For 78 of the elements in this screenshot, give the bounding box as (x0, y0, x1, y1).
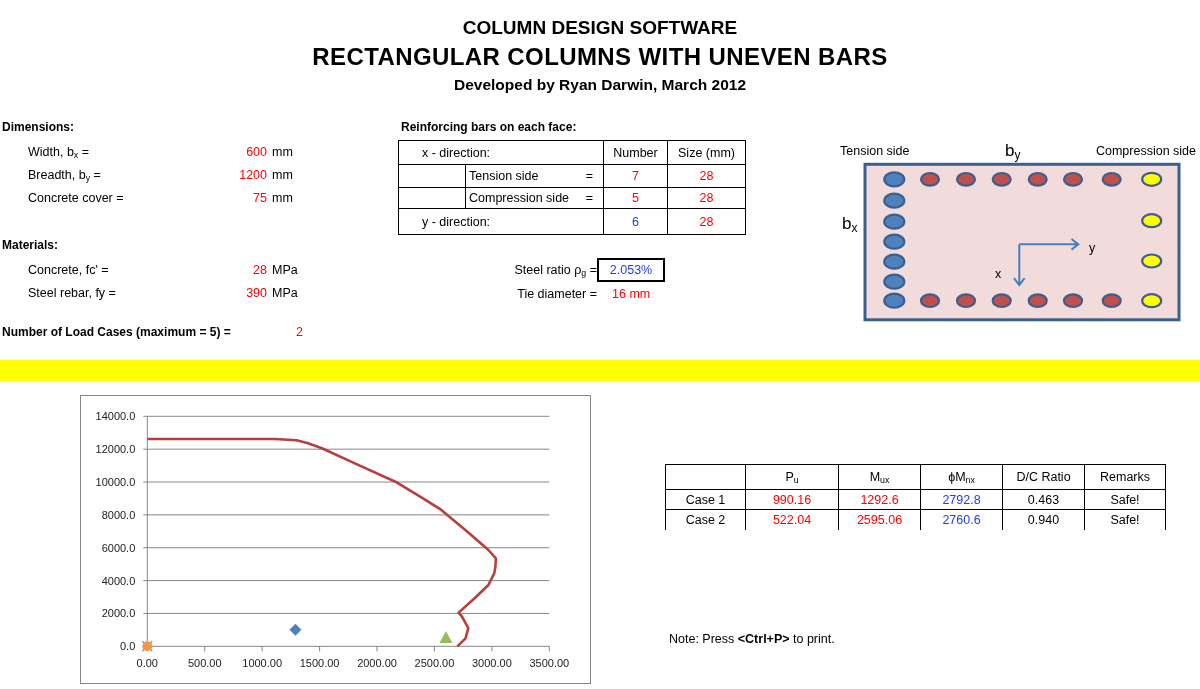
column-header: Remarks (1084, 464, 1166, 490)
table-cell: 0.463 (1002, 489, 1085, 510)
row-label: x - direction: (398, 140, 604, 165)
dimension-label: b$_{y}$ (1005, 141, 1021, 161)
table-cell: Safe! (1084, 489, 1166, 510)
column-header: D/C Ratio (1002, 464, 1085, 490)
steel-ratio-value: 2.053% (597, 258, 665, 282)
section-heading: Materials: (1, 237, 59, 254)
unit-label: mm (272, 144, 293, 159)
triangle-marker (439, 631, 453, 644)
axis-tick-label: 0.0 (120, 640, 136, 653)
table-cell: 6 (603, 208, 668, 235)
column-header: ϕM$_{nx}$ (920, 464, 1003, 490)
axis-tick-label: 14000.0 (95, 410, 136, 423)
row-label: Case 1 (665, 489, 746, 510)
table-cell: 7 (603, 164, 668, 188)
table-cell: 2792.8 (920, 489, 1003, 510)
input-value: 16 mm (612, 286, 651, 301)
table-cell: 5 (603, 187, 668, 209)
unit-label: mm (272, 190, 293, 205)
diagram-label: Tension side (840, 144, 910, 159)
input-value: 2 (296, 324, 303, 339)
equals-sign: = (585, 169, 593, 183)
input-value: 28 (253, 262, 267, 277)
axis-tick-label: 3500.00 (529, 657, 570, 670)
field-label: Steel rebar, fy = (28, 285, 116, 300)
diamond-marker (289, 623, 302, 636)
axis-tick-label: 2000.00 (357, 657, 397, 670)
column-header: M$_{ux}$ (838, 464, 921, 490)
column-header: P$_{u}$ (745, 464, 839, 490)
row-label: Compression side (469, 191, 570, 205)
equals-sign: = (585, 191, 593, 205)
print-note: Note: Press <Ctrl+P> to print. (669, 630, 835, 647)
input-value: 75 (253, 190, 267, 205)
app-subtitle: RECTANGULAR COLUMNS WITH UNEVEN BARS (312, 43, 888, 71)
field-label: Number of Load Cases (maximum = 5) = (2, 324, 232, 339)
table-cell: 1292.6 (838, 489, 921, 510)
axis-tick-label: 2000.0 (101, 607, 136, 620)
table-cell: 990.16 (745, 489, 839, 510)
axis-tick-label: 6000.0 (101, 541, 136, 554)
input-value: 390 (246, 285, 267, 300)
table-cell: 28 (667, 208, 746, 235)
field-label: Tie diameter = (517, 286, 597, 301)
table-cell: 28 (667, 164, 746, 188)
axis-tick-label: 12000.0 (95, 443, 136, 456)
field-label: Breadth, b$_{y}$ = (28, 167, 101, 182)
unit-label: mm (272, 167, 293, 182)
field-label: Steel ratio ρ$_{g}$ = (514, 263, 597, 277)
axis-label: x (995, 267, 1002, 281)
dimension-label: b$_{x}$ (842, 214, 858, 234)
axis-tick-label: 0.00 (136, 657, 158, 670)
row-label: Tension side (469, 169, 539, 183)
axis-tick-label: 1500.00 (299, 657, 340, 670)
column-header: Number (603, 140, 668, 165)
field-label: Width, b$_{x}$ = (28, 144, 89, 159)
axis-tick-label: 10000.0 (95, 476, 136, 488)
field-label: Concrete, fc' = (28, 262, 109, 277)
column-header: Size (mm) (667, 140, 746, 165)
axis-tick-label: 3000.00 (472, 657, 512, 670)
section-heading: Dimensions: (1, 119, 74, 136)
input-value: 600 (246, 144, 267, 159)
table-cell: 28 (667, 187, 746, 209)
field-label: Concrete cover = (28, 190, 124, 205)
axis-tick-label: 8000.0 (101, 508, 136, 521)
row-label: Case 2 (665, 509, 746, 530)
unit-label: MPa (272, 262, 298, 277)
row-label: y - direction: (398, 208, 604, 235)
axis-label: y (1089, 241, 1096, 255)
axis-tick-label: 4000.0 (101, 574, 136, 587)
axis-tick-label: 2500.00 (414, 657, 455, 670)
axis-tick-label: 1000.00 (242, 657, 283, 670)
author-credit: Developed by Ryan Darwin, March 2012 (454, 76, 746, 94)
axis-tick-label: 500.00 (187, 657, 222, 670)
input-value: 1200 (239, 167, 267, 182)
app-title: COLUMN DESIGN SOFTWARE (462, 17, 738, 39)
unit-label: MPa (272, 285, 298, 300)
section-heading: Reinforcing bars on each face: (400, 119, 577, 136)
diagram-label: Compression side (1095, 144, 1196, 159)
